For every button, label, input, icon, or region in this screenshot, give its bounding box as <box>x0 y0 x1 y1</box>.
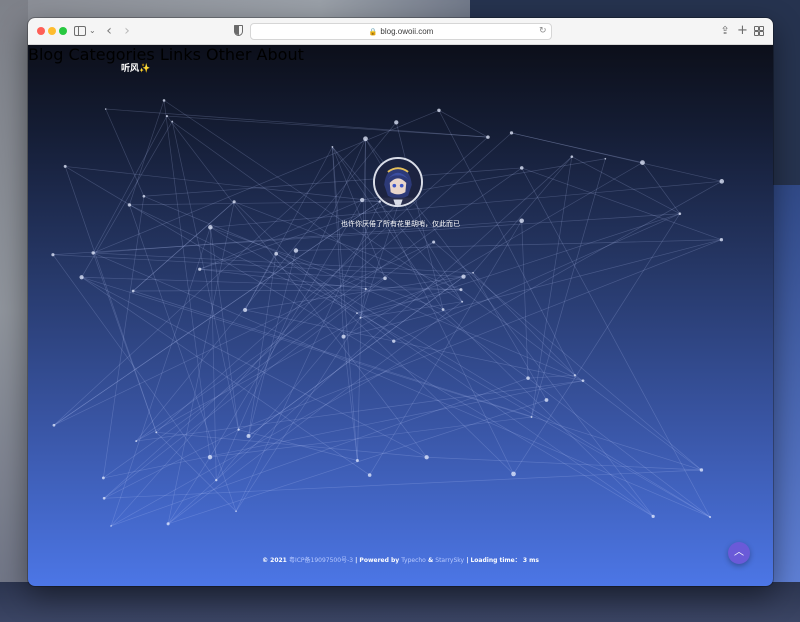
footer-typecho-link[interactable]: Typecho <box>401 557 426 564</box>
share-icon[interactable]: ⇪ <box>720 23 730 39</box>
url-text: blog.owoii.com <box>380 27 434 36</box>
site-navbar: 听风✨ Blog Categories Links Other About <box>28 45 773 95</box>
chevron-down-icon[interactable]: ⌄ <box>89 23 96 39</box>
footer-powered-prefix: | Powered by <box>355 557 400 564</box>
footer-loading-prefix: | Loading time： <box>466 557 521 564</box>
lock-icon: 🔒 <box>368 29 378 36</box>
tabs-overview-icon[interactable] <box>754 23 764 39</box>
minimize-window-button[interactable] <box>48 27 56 35</box>
nav-blog[interactable]: Blog <box>28 45 63 64</box>
zoom-window-button[interactable] <box>59 27 67 35</box>
site-brand[interactable]: 听风✨ <box>121 61 150 74</box>
nav-about[interactable]: About <box>257 45 304 64</box>
footer-copyright: © 2021 <box>262 557 287 564</box>
close-window-button[interactable] <box>37 27 45 35</box>
address-bar[interactable]: 🔒 blog.owoii.com <box>250 23 552 40</box>
site-tagline: 也许你厌倦了所有花里胡哨，仅此而已 <box>341 220 460 228</box>
privacy-shield-icon[interactable] <box>233 23 243 39</box>
chevron-right-icon: › <box>124 23 130 39</box>
back-button[interactable]: ‹ <box>104 23 114 39</box>
web-page: 听风✨ Blog Categories Links Other About 也许… <box>28 45 773 586</box>
desktop-background-window-edge <box>770 185 800 585</box>
new-tab-icon[interactable]: + <box>737 23 748 39</box>
anime-avatar-illustration <box>375 159 421 205</box>
footer-ampersand: & <box>427 557 434 564</box>
footer-starrysky-link[interactable]: StarrySky <box>435 557 464 564</box>
sidebar-toggle-icon[interactable] <box>74 23 86 39</box>
nav-links[interactable]: Links <box>160 45 201 64</box>
browser-window: ⌄ ‹ › 🔒 blog.owoii.com ↻ ⇪ + 听风✨ Blog Cat… <box>28 18 773 586</box>
desktop-background-bottom <box>0 582 800 622</box>
chevron-left-icon: ‹ <box>106 23 112 39</box>
back-to-top-button[interactable]: ︿ <box>728 542 750 564</box>
desktop-left-strip <box>0 0 28 622</box>
nav-other[interactable]: Other <box>206 45 251 64</box>
chevron-up-icon: ︿ <box>734 547 744 558</box>
forward-button[interactable]: › <box>122 23 132 39</box>
site-footer: © 2021 粤ICP备19097500号-3 | Powered by Typ… <box>28 555 773 564</box>
footer-loading-value: 3 ms <box>522 557 539 564</box>
footer-icp-link[interactable]: 粤ICP备19097500号-3 <box>289 557 353 564</box>
reload-icon[interactable]: ↻ <box>539 23 549 39</box>
browser-toolbar: ⌄ ‹ › 🔒 blog.owoii.com ↻ ⇪ + <box>28 18 773 45</box>
avatar[interactable] <box>373 157 423 207</box>
starfield-canvas <box>51 99 725 527</box>
